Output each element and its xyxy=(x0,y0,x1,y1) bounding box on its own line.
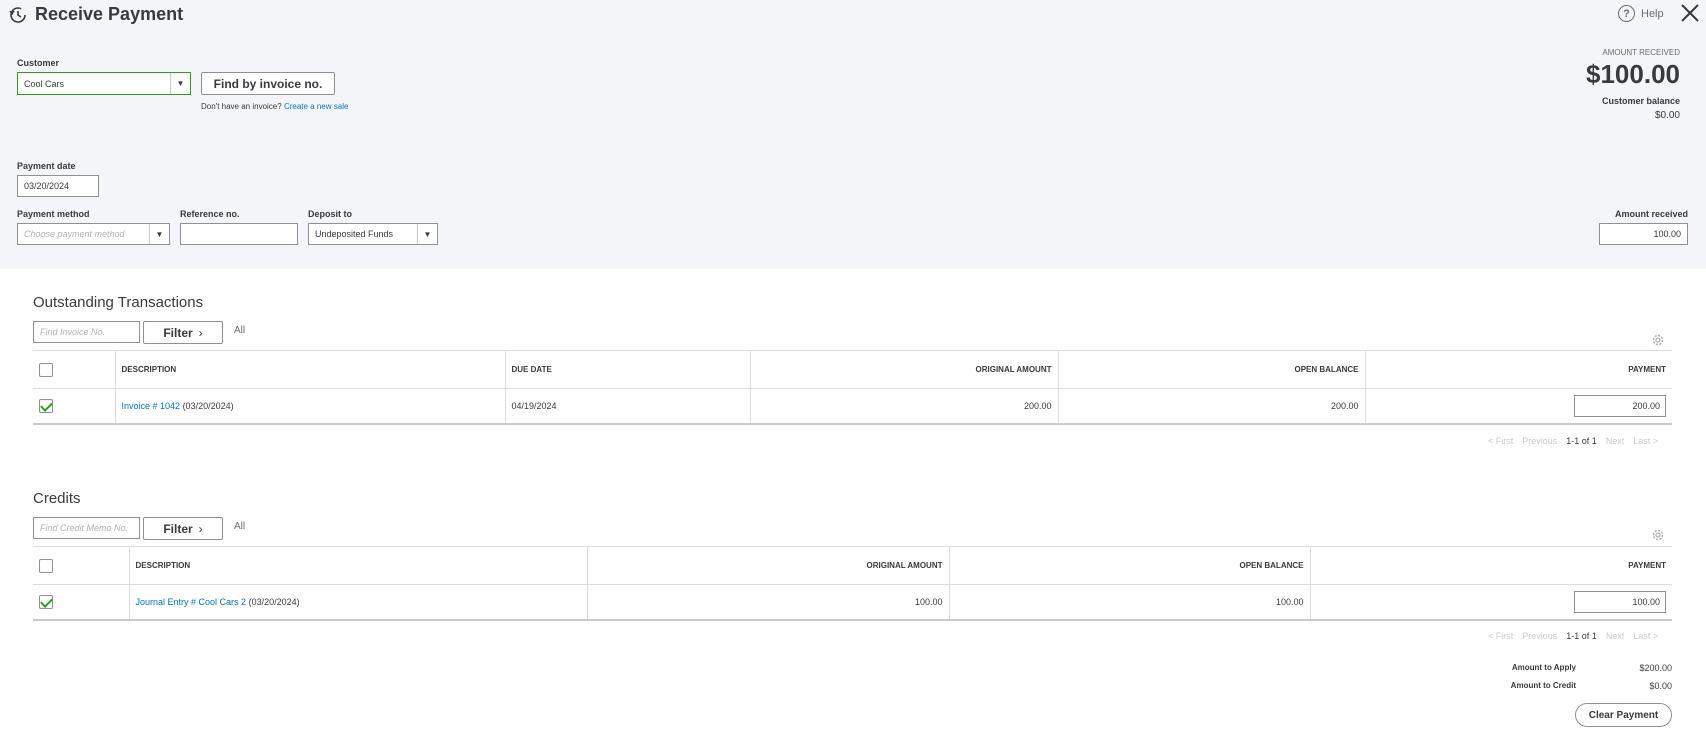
amount-to-apply-label: Amount to Apply xyxy=(1511,663,1576,672)
select-all-checkbox[interactable] xyxy=(39,558,53,573)
outstanding-table: DESCRIPTION DUE DATE ORIGINAL AMOUNT OPE… xyxy=(33,350,1672,425)
help-icon: ? xyxy=(1618,5,1635,22)
amount-to-apply-value: $200.00 xyxy=(1639,663,1672,673)
reference-label: Reference no. xyxy=(180,209,240,219)
amount-to-credit-value: $0.00 xyxy=(1649,681,1672,691)
chevron-down-icon[interactable]: ▼ xyxy=(149,224,169,244)
table-row: Invoice # 1042 (03/20/2024) 04/19/2024 2… xyxy=(33,388,1672,425)
filter-label: Filter xyxy=(163,521,193,536)
amount-received-heading: AMOUNT RECEIVED xyxy=(1602,48,1680,57)
col-due-date: DUE DATE xyxy=(505,350,751,389)
select-all-checkbox[interactable] xyxy=(39,362,53,377)
row-open-balance: 100.00 xyxy=(949,584,1311,621)
credits-title: Credits xyxy=(33,490,81,507)
find-by-invoice-button[interactable]: Find by invoice no. xyxy=(201,72,335,95)
deposit-to-select[interactable]: Undeposited Funds ▼ xyxy=(308,223,438,245)
help-button[interactable]: ? Help xyxy=(1618,5,1664,22)
row-open-balance: 200.00 xyxy=(1058,388,1366,425)
table-header-row: DESCRIPTION ORIGINAL AMOUNT OPEN BALANCE… xyxy=(33,546,1672,585)
customer-label: Customer xyxy=(17,58,60,68)
pager-first[interactable]: < First xyxy=(1488,631,1513,641)
col-original-amount: ORIGINAL AMOUNT xyxy=(750,350,1059,389)
col-payment: PAYMENT xyxy=(1310,546,1672,585)
credits-filter-button[interactable]: Filter › xyxy=(143,517,223,540)
col-open-balance: OPEN BALANCE xyxy=(949,546,1311,585)
pager-range: 1-1 of 1 xyxy=(1566,436,1597,446)
chevron-down-icon[interactable]: ▼ xyxy=(417,224,437,244)
row-original-amount: 200.00 xyxy=(750,388,1059,425)
customer-balance-value: $0.00 xyxy=(1654,110,1680,121)
find-invoice-input[interactable]: Find Invoice No. xyxy=(33,321,140,343)
gear-icon[interactable] xyxy=(1651,528,1665,542)
customer-value: Cool Cars xyxy=(24,78,65,89)
deposit-to-value: Undeposited Funds xyxy=(315,229,394,239)
pager-range: 1-1 of 1 xyxy=(1566,631,1597,641)
col-original-amount: ORIGINAL AMOUNT xyxy=(587,546,950,585)
pager-last[interactable]: Last > xyxy=(1633,631,1658,641)
payment-date-label: Payment date xyxy=(17,161,76,171)
amount-received-total: $100.00 xyxy=(1586,59,1680,89)
row-checkbox[interactable] xyxy=(39,594,53,609)
chevron-down-icon[interactable]: ▼ xyxy=(170,73,190,94)
row-date: (03/20/2024) xyxy=(248,596,300,607)
row-original-amount: 100.00 xyxy=(587,584,950,621)
payment-date-input[interactable]: 03/20/2024 xyxy=(17,175,99,197)
pager-last[interactable]: Last > xyxy=(1633,436,1658,446)
deposit-to-label: Deposit to xyxy=(308,209,352,219)
outstanding-filter-button[interactable]: Filter › xyxy=(143,321,223,344)
invoice-link[interactable]: Invoice # 1042 xyxy=(122,401,181,411)
reference-input[interactable] xyxy=(180,223,298,245)
amount-to-credit-label: Amount to Credit xyxy=(1510,681,1576,690)
row-due-date: 04/19/2024 xyxy=(505,388,751,425)
outstanding-pager: < First Previous 1-1 of 1 Next Last > xyxy=(1488,436,1658,446)
payment-method-select[interactable]: Choose payment method ▼ xyxy=(17,223,170,245)
col-open-balance: OPEN BALANCE xyxy=(1058,350,1366,389)
table-row: Journal Entry # Cool Cars 2 (03/20/2024)… xyxy=(33,584,1672,621)
row-description: Invoice # 1042 (03/20/2024) xyxy=(115,388,506,425)
clear-payment-button[interactable]: Clear Payment xyxy=(1575,703,1672,727)
pager-previous[interactable]: Previous xyxy=(1522,436,1557,446)
chevron-right-icon: › xyxy=(198,325,203,340)
close-icon[interactable] xyxy=(1679,2,1701,24)
pager-first[interactable]: < First xyxy=(1488,436,1513,446)
page-title: Receive Payment xyxy=(35,4,184,24)
no-invoice-text: Don't have an invoice? Create a new sale xyxy=(201,102,349,111)
credits-all-label: All xyxy=(234,521,246,532)
row-checkbox[interactable] xyxy=(39,398,53,413)
journal-entry-link[interactable]: Journal Entry # Cool Cars 2 xyxy=(136,597,247,607)
row-payment-input[interactable]: 200.00 xyxy=(1574,394,1666,417)
pager-next[interactable]: Next xyxy=(1606,436,1625,446)
credits-table: DESCRIPTION ORIGINAL AMOUNT OPEN BALANCE… xyxy=(33,546,1672,621)
help-label: Help xyxy=(1641,7,1664,20)
row-payment-input[interactable]: 100.00 xyxy=(1574,590,1666,613)
chevron-right-icon: › xyxy=(198,521,203,536)
customer-select[interactable]: Cool Cars ▼ xyxy=(17,72,191,95)
credits-pager: < First Previous 1-1 of 1 Next Last > xyxy=(1488,631,1658,641)
outstanding-title: Outstanding Transactions xyxy=(33,294,204,311)
outstanding-all-label: All xyxy=(234,325,246,336)
col-description: DESCRIPTION xyxy=(129,546,588,585)
pager-next[interactable]: Next xyxy=(1606,631,1625,641)
find-credit-memo-input[interactable]: Find Credit Memo No. xyxy=(33,517,140,539)
gear-icon[interactable] xyxy=(1651,333,1665,347)
payment-method-label: Payment method xyxy=(17,209,90,219)
row-description: Journal Entry # Cool Cars 2 (03/20/2024) xyxy=(129,584,588,621)
table-header-row: DESCRIPTION DUE DATE ORIGINAL AMOUNT OPE… xyxy=(33,350,1672,389)
customer-balance-label: Customer balance xyxy=(1601,96,1680,106)
amount-received-input[interactable]: 100.00 xyxy=(1599,223,1688,245)
col-payment: PAYMENT xyxy=(1365,350,1672,389)
col-description: DESCRIPTION xyxy=(115,350,506,389)
create-new-sale-link[interactable]: Create a new sale xyxy=(284,102,348,111)
payment-method-placeholder: Choose payment method xyxy=(24,229,125,239)
row-date: (03/20/2024) xyxy=(182,400,234,411)
history-icon[interactable] xyxy=(8,5,28,25)
amount-received-label: Amount received xyxy=(1614,209,1688,219)
filter-label: Filter xyxy=(163,325,193,340)
pager-previous[interactable]: Previous xyxy=(1522,631,1557,641)
